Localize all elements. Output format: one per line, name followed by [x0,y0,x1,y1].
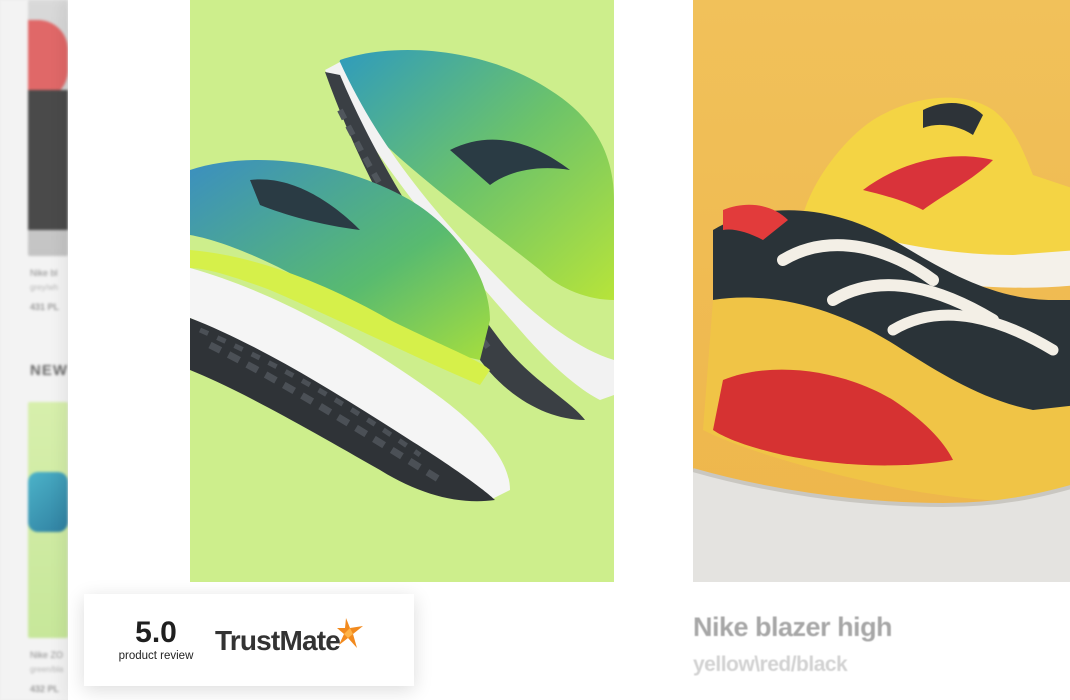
product-card[interactable]: Nike blazer high yellow\red/black [693,0,1070,676]
rating-block: 5.0 product review [108,616,204,663]
product-image-green-shoes[interactable] [190,0,614,582]
background-product-name: Nike bl [30,268,58,278]
background-product-price: 432 PL [30,684,60,694]
background-product-price: 431 PL [30,302,60,312]
background-product-image [28,0,68,256]
rating-value: 5.0 [135,616,177,649]
background-product-image [28,402,68,638]
product-name[interactable]: Nike blazer high [693,612,893,643]
blazer-shoes-illustration [693,97,1070,582]
trustmate-star-icon [337,618,364,648]
trustmate-review-widget[interactable]: 5.0 product review TrustMate [84,594,414,686]
green-shoes-illustration [190,50,614,502]
page: Nike bl grey/wh 431 PL NEW Nike ZO green… [0,0,1070,700]
background-product-name: Nike ZO [30,650,64,660]
brand-name: TrustMate [215,625,341,656]
trustmate-logo[interactable]: TrustMate [215,618,364,662]
background-product-colors: green/bla [30,665,64,674]
rating-caption: product review [118,650,194,662]
product-image-blazer[interactable] [693,0,1070,582]
section-heading: NEW [30,362,68,379]
product-colors: yellow\red/black [693,653,848,676]
product-card[interactable] [190,0,614,582]
background-product-colors: grey/wh [30,283,59,292]
